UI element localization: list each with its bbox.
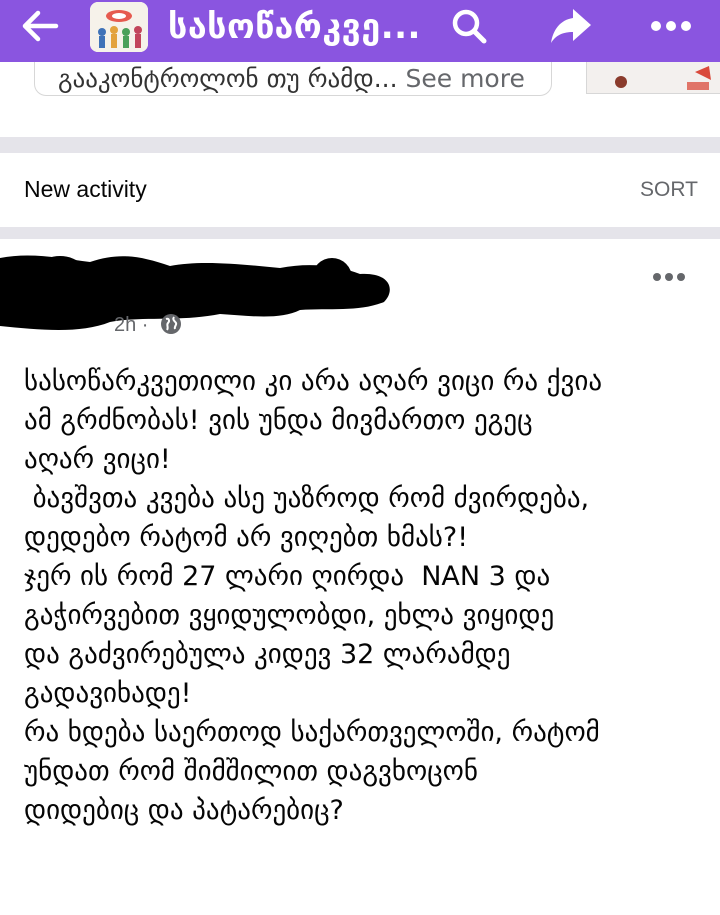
sort-button[interactable]: SORT [640,178,698,202]
post-text-line: სასოწარკვეთილი კი არა აღარ ვიცი რა ქვია [24,366,603,397]
arrow-left-icon [22,10,59,42]
post-text-line: გადავიხადე! [24,678,192,709]
group-title[interactable]: სასოწარკვე... [168,7,421,47]
more-horizontal-icon [651,21,691,31]
more-horizontal-icon [653,273,685,281]
post-text-line: ამ გრძნობას! ვის უნდა მივმართო ეგეც [24,405,533,436]
post-text-line: აღარ ვიცი! [24,444,171,475]
section-divider [0,137,720,153]
previous-post-snippet[interactable]: გააკონტროლონ თუ რამდ... See more [58,64,525,93]
post-text-line: გაჭირვებით ვყიდულობდი, ეხლა ვიყიდე [24,600,555,631]
group-avatar[interactable] [90,2,148,52]
previous-post-image[interactable] [586,62,720,94]
search-icon [452,9,487,44]
globe-icon [161,314,181,334]
post-options-button[interactable] [646,262,692,292]
post-text-line: დიდებიც და პატარებიც? [24,795,344,826]
post-text-line: უნდათ რომ შიმშილით დაგვხოცონ [24,756,478,787]
back-button[interactable] [14,6,66,46]
snippet-text: გააკონტროლონ თუ რამდ... [58,64,398,93]
post-text-line: რა ხდება საერთოდ საქართველოში, რატომ [24,717,600,748]
redacted-author-name [0,255,390,330]
share-icon [551,9,591,43]
post-text-line: ჯერ ის რომ 27 ლარი ღირდა NAN 3 და [24,561,551,592]
search-button[interactable] [446,4,492,48]
new-activity-label: New activity [24,176,147,202]
post-timestamp[interactable]: 2h · [114,314,148,337]
section-divider [0,227,720,239]
post-body: სასოწარკვეთილი კი არა აღარ ვიცი რა ქვია … [24,362,714,830]
top-app-bar: სასოწარკვე... [0,0,720,62]
post-text-line: ბავშვთა კვება ასე უაზროდ რომ ძვირდება, [24,483,590,514]
post-text-line: და გაძვირებულა კიდევ 32 ლარამდე [24,639,511,670]
see-more-link[interactable]: See more [398,64,524,93]
share-button[interactable] [548,4,594,48]
post-text-line: დედებო რატომ არ ვიღებთ ხმას?! [24,522,469,553]
more-options-button[interactable] [648,4,694,48]
